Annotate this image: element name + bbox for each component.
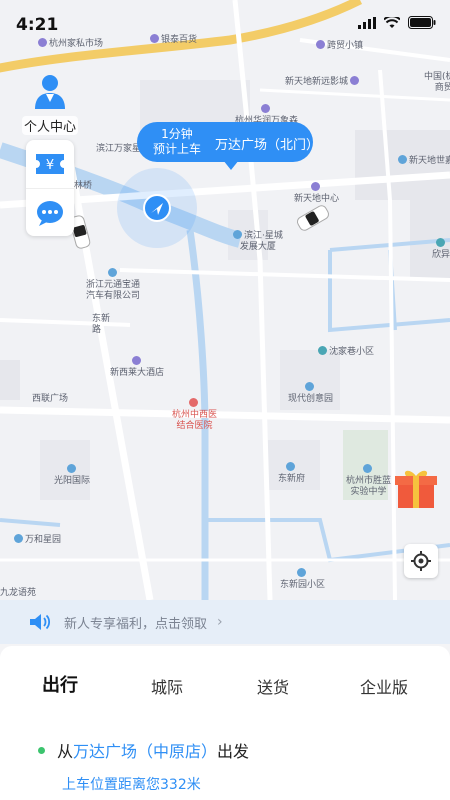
pickup-place: 万达广场（北门） xyxy=(215,138,320,153)
poi-icon xyxy=(305,382,314,391)
poi-dongxin-road: 东新路 xyxy=(92,314,111,335)
speaker-icon xyxy=(30,614,50,630)
locate-icon xyxy=(411,551,431,571)
poi-xinxing[interactable]: 欣异 xyxy=(432,238,450,261)
pickup-distance: 上车位置距离您332米 xyxy=(62,777,201,793)
locate-button[interactable] xyxy=(404,544,438,578)
origin-row[interactable]: 从万达广场（中原店）出发 xyxy=(38,738,249,762)
poi-icon xyxy=(350,76,360,85)
poi-icon xyxy=(318,346,327,355)
trip-panel: 出行 城际 送货 企业版 从万达广场（中原店）出发 上车位置距离您332米 xyxy=(0,646,450,800)
promo-banner[interactable]: 新人专享福利，点击领取 › xyxy=(0,600,450,644)
signal-icon xyxy=(358,16,376,29)
poi-qiaoqiao[interactable]: 林桥 xyxy=(74,181,92,192)
system-icons xyxy=(358,16,436,29)
poi-xingcheng[interactable]: 滨江·星城 发展大厦 xyxy=(233,230,283,253)
tab-qiyeban[interactable]: 企业版 xyxy=(360,674,408,698)
poi-xilian[interactable]: 西联广场 xyxy=(32,394,68,405)
poi-icon xyxy=(311,182,320,191)
poi-modern[interactable]: 现代创意园 xyxy=(288,382,333,405)
poi-dongxinfu[interactable]: 东新府 xyxy=(278,462,305,485)
message-icon xyxy=(37,200,63,226)
poi-icon xyxy=(297,568,306,577)
status-time: 4:21 xyxy=(16,15,59,35)
gift-button[interactable] xyxy=(392,466,440,510)
origin-dot-icon xyxy=(38,747,45,754)
user-avatar-icon xyxy=(35,75,65,109)
poi-icon xyxy=(261,104,270,113)
ticket-button[interactable]: ¥ xyxy=(26,140,74,188)
poi-shenjia[interactable]: 沈家巷小区 xyxy=(318,346,374,358)
poi-zhetong[interactable]: 浙江元通宝通 汽车有限公司 xyxy=(86,268,140,302)
poi-cinema[interactable]: 新天地新远影城 xyxy=(285,76,361,88)
poi-icon xyxy=(107,268,117,277)
tab-songhuo[interactable]: 送货 xyxy=(257,674,289,698)
profile-label: 个人中心 xyxy=(22,116,78,135)
side-action-stack: ¥ xyxy=(26,140,74,236)
promo-text: 新人专享福利，点击领取 xyxy=(64,616,208,632)
poi-wanhe[interactable]: 万和星园 xyxy=(14,534,61,546)
message-button[interactable] xyxy=(26,188,74,236)
battery-icon xyxy=(408,16,436,29)
origin-place: 万达广场（中原店） xyxy=(73,742,218,761)
poi-newtiandi-world[interactable]: 新天地世嘉 xyxy=(398,155,450,167)
poi-icon xyxy=(286,462,295,471)
service-tabs: 出行 城际 送货 企业版 xyxy=(0,672,450,702)
hospital-icon xyxy=(189,398,198,407)
poi-dongxinyuan[interactable]: 东新园小区 xyxy=(280,568,325,591)
poi-zhongguo[interactable]: 中国(杭州商贸 xyxy=(424,72,450,94)
poi-hospital[interactable]: 杭州中西医 结合医院 xyxy=(172,398,217,432)
poi-guangyang[interactable]: 光阳国际 xyxy=(54,464,90,487)
school-icon xyxy=(363,464,372,473)
poi-icon xyxy=(131,356,141,365)
poi-icon xyxy=(14,534,23,543)
poi-icon xyxy=(435,238,445,247)
gift-icon xyxy=(395,470,437,508)
pickup-bubble[interactable]: 1分钟 预计上车 万达广场（北门） xyxy=(137,122,319,170)
wifi-icon xyxy=(384,16,400,28)
poi-icon xyxy=(398,155,407,164)
poi-school[interactable]: 杭州市胜蓝 实验中学 xyxy=(346,464,391,498)
poi-icon xyxy=(66,464,76,473)
tab-chuxing[interactable]: 出行 xyxy=(42,671,78,697)
chevron-right-icon: › xyxy=(217,614,223,630)
poi-binjiang-wanjia[interactable]: 滨江万家星 xyxy=(96,144,141,155)
status-bar: 4:21 xyxy=(0,0,450,44)
poi-xinxi-hotel[interactable]: 新西莱大酒店 xyxy=(110,356,164,379)
poi-newtiandi-center[interactable]: 新天地中心 xyxy=(294,182,339,205)
bubble-tail xyxy=(223,160,239,170)
poi-icon xyxy=(233,230,242,239)
pickup-eta: 1分钟 预计上车 xyxy=(152,127,201,156)
profile-button[interactable]: 个人中心 xyxy=(22,72,78,135)
poi-longyuan[interactable]: 九龙语苑 xyxy=(0,588,36,599)
tab-chengji[interactable]: 城际 xyxy=(151,674,183,698)
svg-text:¥: ¥ xyxy=(46,158,54,173)
ticket-icon: ¥ xyxy=(36,154,64,174)
